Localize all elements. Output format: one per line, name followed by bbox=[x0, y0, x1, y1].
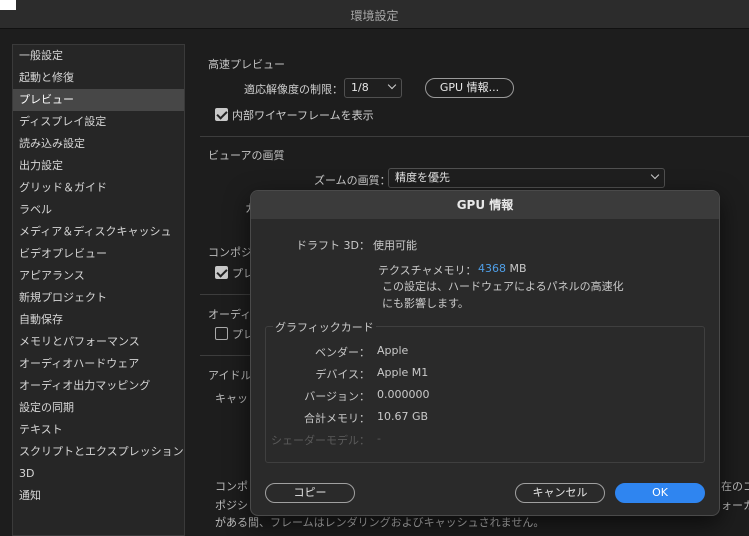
resolution-limit-label: 適応解像度の制限： bbox=[244, 83, 343, 96]
sidebar-item-previews[interactable]: プレビュー bbox=[13, 89, 184, 111]
idle-heading-partial: アイドル bbox=[208, 369, 252, 382]
fast-previews-heading: 高速プレビュー bbox=[208, 58, 285, 71]
info-text-line2-left: ポジシ bbox=[215, 499, 248, 512]
version-label: バージョン： bbox=[304, 390, 370, 403]
vendor-label: ベンダー： bbox=[315, 346, 370, 359]
composition-checkbox[interactable] bbox=[215, 266, 228, 279]
zoom-quality-value: 精度を優先 bbox=[395, 171, 450, 184]
zoom-quality-label: ズームの画質： bbox=[314, 174, 391, 187]
sidebar-item-appearance[interactable]: アピアランス bbox=[13, 265, 184, 287]
sidebar-item-general[interactable]: 一般設定 bbox=[13, 45, 184, 67]
dialog-title: GPU 情報 bbox=[251, 191, 719, 219]
section-divider bbox=[200, 136, 749, 137]
preferences-sidebar: 一般設定 起動と修復 プレビュー ディスプレイ設定 読み込み設定 出力設定 グリ… bbox=[12, 44, 185, 536]
total-memory-value: 10.67 GB bbox=[377, 410, 429, 423]
vendor-value: Apple bbox=[377, 344, 409, 357]
device-label: デバイス： bbox=[315, 368, 370, 381]
shader-model-label: シェーダーモデル： bbox=[271, 434, 370, 447]
sidebar-item-display[interactable]: ディスプレイ設定 bbox=[13, 111, 184, 133]
sidebar-item-startup-repair[interactable]: 起動と修復 bbox=[13, 67, 184, 89]
sidebar-item-notifications[interactable]: 通知 bbox=[13, 485, 184, 507]
chevron-down-icon bbox=[650, 170, 660, 180]
info-text-line2-right: ォーカ bbox=[721, 499, 749, 512]
cache-label-partial: キャッ bbox=[215, 392, 248, 405]
zoom-quality-select[interactable]: 精度を優先 bbox=[388, 168, 665, 188]
texture-memory-unit: MB bbox=[509, 262, 527, 275]
sidebar-item-memory-performance[interactable]: メモリとパフォーマンス bbox=[13, 331, 184, 353]
sidebar-item-output[interactable]: 出力設定 bbox=[13, 155, 184, 177]
draft3d-value: 使用可能 bbox=[373, 239, 417, 252]
sidebar-item-labels[interactable]: ラベル bbox=[13, 199, 184, 221]
sidebar-item-audio-output-mapping[interactable]: オーディオ出力マッピング bbox=[13, 375, 184, 397]
sidebar-item-new-project[interactable]: 新規プロジェクト bbox=[13, 287, 184, 309]
composition-heading-partial: コンポジ bbox=[208, 246, 252, 259]
info-text-line1-right: 在のコ bbox=[721, 480, 749, 493]
resolution-limit-select[interactable]: 1/8 bbox=[344, 78, 402, 98]
ok-button[interactable]: OK bbox=[615, 483, 705, 503]
section-divider bbox=[200, 355, 250, 356]
gpu-info-dialog: GPU 情報 ドラフト 3D： 使用可能 テクスチャメモリ： 4368 MB こ… bbox=[250, 190, 720, 516]
viewer-quality-heading: ビューアの画質 bbox=[208, 149, 285, 162]
info-text-line3: がある間、フレームはレンダリングおよびキャッシュされません。 bbox=[215, 516, 545, 529]
sidebar-item-import[interactable]: 読み込み設定 bbox=[13, 133, 184, 155]
version-value: 0.000000 bbox=[377, 388, 430, 401]
sidebar-item-media-cache[interactable]: メディア＆ディスクキャッシュ bbox=[13, 221, 184, 243]
device-value: Apple M1 bbox=[377, 366, 429, 379]
graphics-card-heading: グラフィックカード bbox=[273, 319, 376, 335]
audio-heading-partial: オーディ bbox=[208, 308, 252, 321]
sidebar-item-video-preview[interactable]: ビデオプレビュー bbox=[13, 243, 184, 265]
info-text-line1-left: コンポ bbox=[215, 480, 248, 493]
wireframe-checkbox[interactable] bbox=[215, 108, 228, 121]
draft3d-label: ドラフト 3D： bbox=[296, 239, 370, 252]
sidebar-item-auto-save[interactable]: 自動保存 bbox=[13, 309, 184, 331]
sidebar-item-audio-hardware[interactable]: オーディオハードウェア bbox=[13, 353, 184, 375]
gpu-info-button[interactable]: GPU 情報... bbox=[425, 78, 514, 98]
sidebar-item-scripting-expressions[interactable]: スクリプトとエクスプレッション bbox=[13, 441, 184, 463]
sidebar-item-grids-guides[interactable]: グリッド＆ガイド bbox=[13, 177, 184, 199]
sidebar-item-sync-settings[interactable]: 設定の同期 bbox=[13, 397, 184, 419]
audio-checkbox[interactable] bbox=[215, 327, 228, 340]
copy-button[interactable]: コピー bbox=[265, 483, 355, 503]
chevron-down-icon bbox=[387, 80, 397, 90]
wireframe-label: 内部ワイヤーフレームを表示 bbox=[232, 109, 374, 122]
total-memory-label: 合計メモリ： bbox=[304, 412, 370, 425]
sidebar-item-type[interactable]: テキスト bbox=[13, 419, 184, 441]
sidebar-item-3d[interactable]: 3D bbox=[13, 463, 184, 485]
title-bar: 環境設定 bbox=[0, 0, 749, 29]
texture-memory-label: テクスチャメモリ： bbox=[378, 264, 477, 277]
texture-memory-input[interactable]: 4368 MB bbox=[478, 262, 527, 275]
note-line-1: この設定は、ハードウェアによるパネルの高速化 bbox=[382, 280, 624, 293]
window-title: 環境設定 bbox=[350, 9, 399, 23]
section-divider bbox=[200, 294, 250, 295]
resolution-limit-value: 1/8 bbox=[351, 81, 369, 94]
cancel-button[interactable]: キャンセル bbox=[515, 483, 605, 503]
note-line-2: にも影響します。 bbox=[382, 297, 469, 310]
shader-model-value: - bbox=[377, 432, 381, 445]
texture-memory-value[interactable]: 4368 bbox=[478, 262, 506, 275]
